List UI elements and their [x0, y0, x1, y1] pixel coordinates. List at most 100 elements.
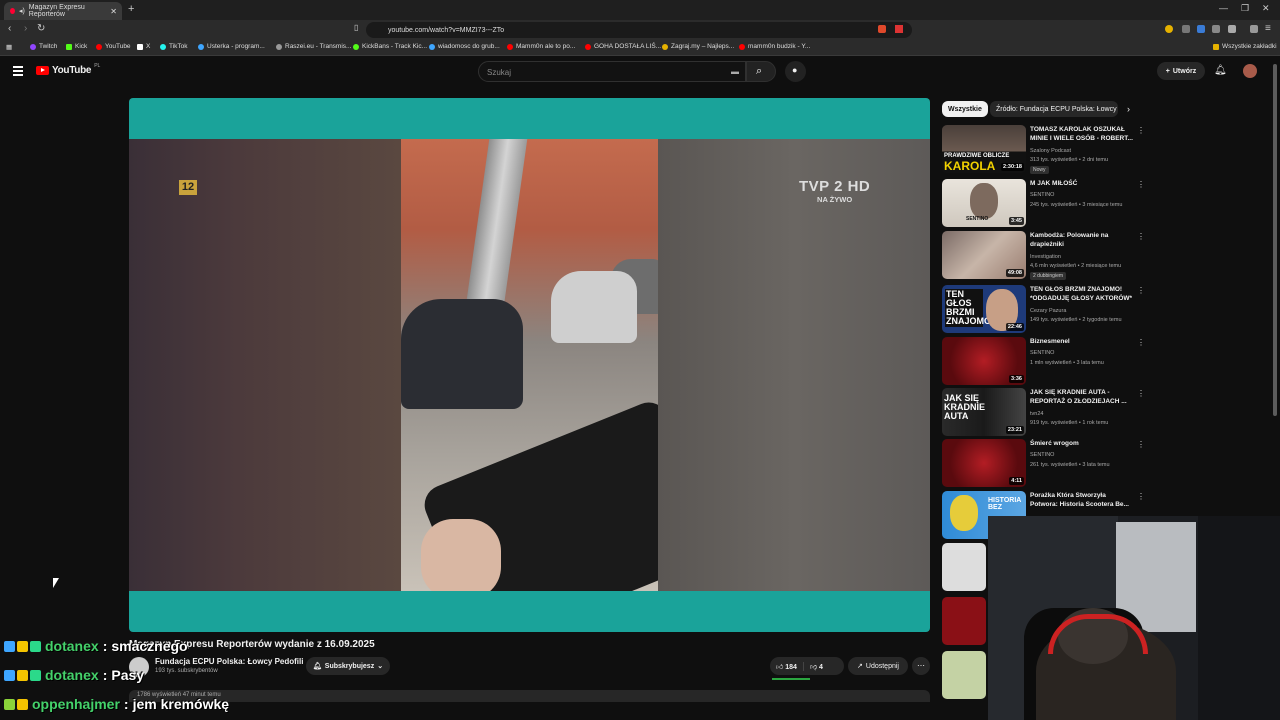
speaker-icon[interactable]: ◂) — [19, 7, 25, 15]
bookmark-zagraj[interactable]: Zagraj.my – Najleps... — [662, 43, 734, 50]
recommendation-thumbnail[interactable] — [942, 651, 986, 699]
recommendation-item[interactable]: PRAWDZIWE OBLICZE KAROLA 2:30:18 TOMASZ … — [942, 125, 1145, 174]
more-vert-icon[interactable]: ⋮ — [1137, 389, 1145, 398]
youtube-icon — [507, 43, 513, 50]
search-button[interactable]: ⌕ — [746, 61, 776, 82]
recommendation-thumbnail[interactable]: JAK SIĘ KRADNIE AUTA 23:21 — [942, 388, 1026, 436]
recommendation-thumbnail[interactable]: 4:11 — [942, 439, 1026, 487]
site-icon — [276, 43, 282, 50]
all-bookmarks[interactable]: Wszystkie zakładki — [1213, 43, 1277, 50]
extension-icon[interactable] — [1165, 25, 1173, 33]
browser-tab-bar: ◂) Magazyn Expresu Reporterów ✕ + — ❐ ✕ — [0, 0, 1280, 20]
chat-message: oppenhajmer : jem kremówkę — [4, 696, 229, 712]
recommendation-thumbnail[interactable]: 3:36 — [942, 337, 1026, 385]
recommendation-item[interactable]: 3:36 Biznesmenel SENTINO 1 mln wyświetle… — [942, 337, 1145, 385]
create-button[interactable]: + Utwórz — [1157, 62, 1205, 80]
keyboard-icon[interactable]: ▬ — [731, 67, 739, 76]
share-button[interactable]: ↗ Udostępnij — [848, 657, 908, 675]
more-vert-icon[interactable]: ⋮ — [1137, 232, 1145, 241]
recommendation-thumbnail[interactable]: 49:08 — [942, 231, 1026, 279]
address-bar-row: ‹ › ↻ ▯ youtube.com/watch?v=MMZI73---ZTo… — [0, 20, 1280, 40]
apps-grid-icon[interactable]: ▦ — [6, 43, 12, 51]
chevron-right-icon[interactable]: › — [1127, 104, 1130, 114]
forward-icon[interactable]: › — [24, 23, 27, 34]
more-vert-icon[interactable]: ⋮ — [1137, 126, 1145, 135]
extension-icon[interactable] — [1197, 25, 1205, 33]
recommendation-thumbnail[interactable] — [942, 543, 986, 591]
close-tab-icon[interactable]: ✕ — [110, 7, 117, 16]
recommendation-thumbnail[interactable]: PRAWDZIWE OBLICZE KAROLA 2:30:18 — [942, 125, 1026, 173]
recommendation-item[interactable]: 4:11 Śmierć wrogom SENTINO 261 tys. wyśw… — [942, 439, 1145, 487]
bookmark-tiktok[interactable]: TikTok — [160, 43, 188, 50]
bookmark-x[interactable]: X — [137, 43, 150, 50]
recommendation-item[interactable]: JAK SIĘ KRADNIE AUTA 23:21 JAK SIĘ KRADN… — [942, 388, 1145, 436]
menu-icon[interactable]: ≡ — [1265, 23, 1271, 34]
dislike-button[interactable]: 👎︎ 4 — [802, 661, 829, 671]
recommendation-meta: 313 tys. wyświetleń • 2 dni temu — [1030, 157, 1109, 163]
bookmark-kick[interactable]: Kick — [66, 43, 87, 50]
new-tab-icon[interactable]: + — [128, 3, 134, 15]
video-player[interactable]: 12 TVP 2 HD NA ŻYWO — [129, 98, 930, 632]
voice-search-button[interactable]: ● — [785, 61, 806, 82]
recommendation-channel: tvn24 — [1030, 411, 1044, 417]
more-vert-icon[interactable]: ⋮ — [1137, 180, 1145, 189]
close-window-icon[interactable]: ✕ — [1262, 3, 1270, 14]
channel-name[interactable]: Fundacja ECPU Polska: Łowcy Pedofili — [155, 657, 303, 666]
bookmark-goha[interactable]: GOHA DOSTAŁA LIŚ... — [585, 43, 661, 50]
media-icon[interactable] — [1250, 25, 1258, 33]
recommendation-item[interactable]: 49:08 Kambodża: Polowanie na drapieżniki… — [942, 231, 1145, 280]
bookmark-mammon[interactable]: Mamm0n ale to po... — [507, 43, 575, 50]
recommendation-thumbnail[interactable]: SENTINO 3:45 — [942, 179, 1026, 227]
bookmark-youtube[interactable]: YouTube — [96, 43, 131, 50]
subscribe-button[interactable]: 🔔︎ Subskrybujesz ⌄ — [306, 657, 390, 675]
browser-tab[interactable]: ◂) Magazyn Expresu Reporterów ✕ — [4, 2, 122, 20]
more-vert-icon[interactable]: ⋮ — [1137, 440, 1145, 449]
notifications-bell-icon[interactable]: 🔔︎ — [1214, 65, 1227, 76]
minimize-icon[interactable]: — — [1219, 3, 1228, 13]
recommendation-title: Biznesmenel — [1030, 338, 1070, 345]
dubbing-badge: 2 dubbingiem — [1030, 272, 1067, 280]
recommendation-title: Kambodża: Polowanie na drapieżniki — [1030, 232, 1109, 248]
more-vert-icon[interactable]: ⋮ — [1137, 492, 1145, 501]
bookmark-kickbans[interactable]: KickBans - Track Kic... — [353, 43, 427, 50]
hamburger-menu-icon[interactable] — [13, 66, 23, 78]
chip-source[interactable]: Źródło: Fundacja ECPU Polska: Łowcy — [990, 101, 1118, 117]
youtube-header: YouTube PL Szukaj ▬ ⌕ ● + Utwórz 🔔︎ — [0, 57, 1280, 87]
extension-icon[interactable] — [1182, 25, 1190, 33]
chat-message: dotanex : smacznego — [4, 638, 188, 654]
chip-all[interactable]: Wszystkie — [942, 101, 988, 117]
more-vert-icon[interactable]: ⋮ — [1137, 338, 1145, 347]
recommendation-item[interactable]: SENTINO 3:45 M JAK MIŁOŚĆ SENTINO 245 ty… — [942, 179, 1145, 227]
account-avatar[interactable] — [1243, 64, 1257, 78]
brave-shield-icon[interactable] — [878, 25, 886, 33]
maximize-icon[interactable]: ❐ — [1241, 3, 1249, 14]
bookmark-icon[interactable]: ▯ — [354, 23, 358, 32]
more-vert-icon[interactable]: ⋮ — [1137, 286, 1145, 295]
bookmark-usterka[interactable]: Usterka - program... — [198, 43, 265, 50]
reload-icon[interactable]: ↻ — [37, 23, 45, 34]
bookmark-wiadomosc[interactable]: wiadomosc do grub... — [429, 43, 500, 50]
youtube-icon — [739, 43, 745, 50]
chat-text: jem kremówkę — [132, 696, 230, 712]
more-actions-icon[interactable]: ⋯ — [912, 657, 930, 675]
url-field[interactable]: youtube.com/watch?v=MMZI73---ZTo — [366, 22, 912, 38]
recommendation-thumbnail[interactable] — [942, 597, 986, 645]
sidebar-icon[interactable] — [1228, 25, 1236, 33]
bookmarks-bar: ▦ Twitch Kick YouTube X TikTok Usterka -… — [0, 40, 1280, 56]
back-icon[interactable]: ‹ — [8, 23, 11, 34]
extensions-puzzle-icon[interactable] — [1212, 25, 1220, 33]
description-box[interactable]: 1786 wyświetleń 47 minut temu — [129, 690, 930, 702]
like-button[interactable]: 👍︎ 184 — [770, 662, 803, 671]
bookmark-twitch[interactable]: Twitch — [30, 43, 57, 50]
recommendation-item[interactable]: TEN GŁOS BRZMI ZNAJOMO! 22:46 TEN GŁOS B… — [942, 285, 1145, 333]
like-ratio-bar — [772, 678, 810, 680]
bookmark-budzik[interactable]: mamm0n budzik - Y... — [739, 43, 810, 50]
recommendation-thumbnail[interactable]: TEN GŁOS BRZMI ZNAJOMO! 22:46 — [942, 285, 1026, 333]
youtube-logo[interactable]: YouTube PL — [36, 63, 100, 76]
bookmark-raszei[interactable]: Raszei.eu - Transmis... — [276, 43, 351, 50]
rewards-icon[interactable] — [895, 25, 903, 33]
badge-icon — [4, 669, 15, 681]
search-input[interactable]: Szukaj ▬ — [478, 61, 746, 82]
page-scrollbar[interactable] — [1273, 64, 1277, 416]
youtube-icon — [96, 43, 102, 50]
